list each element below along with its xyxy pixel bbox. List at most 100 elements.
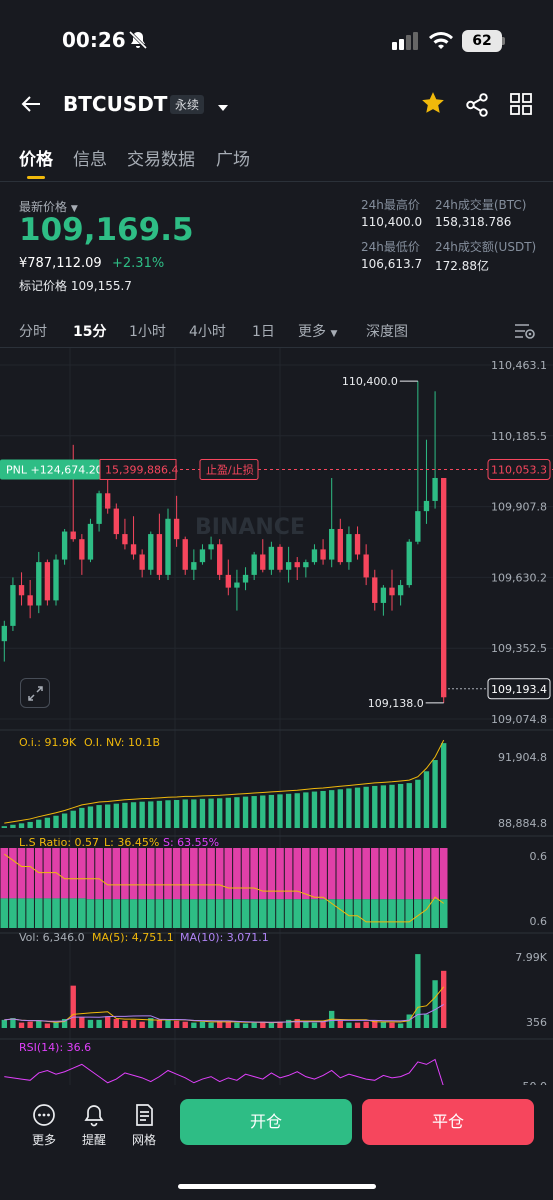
candle-body bbox=[165, 518, 171, 575]
ls-long-bar bbox=[198, 899, 207, 928]
tab-square[interactable]: 广场 bbox=[216, 145, 250, 170]
tab-trading-data[interactable]: 交易数据 bbox=[127, 145, 195, 170]
ls-short-bar bbox=[43, 848, 52, 899]
alert-button[interactable]: 提醒 bbox=[69, 1103, 119, 1148]
last-price: 109,169.5 bbox=[19, 212, 194, 248]
oi-bar bbox=[1, 826, 7, 828]
interval-1h[interactable]: 1小时 bbox=[129, 321, 166, 341]
candle-body bbox=[10, 585, 16, 626]
ls-short-bar bbox=[379, 848, 388, 900]
pnl-tag: PNL +124,674.20 bbox=[6, 463, 103, 476]
ls-long-bar bbox=[9, 898, 17, 928]
ls-long-label: L: 36.45% bbox=[104, 836, 159, 849]
oi-bar bbox=[277, 794, 283, 828]
interval-15m[interactable]: 15分 bbox=[73, 321, 106, 341]
price-axis-label: 109,352.5 bbox=[491, 642, 547, 655]
bell-icon bbox=[84, 1105, 104, 1127]
volume-bar bbox=[320, 1021, 326, 1028]
position-size: 15,399,886.4 bbox=[105, 463, 178, 476]
low-marker-label: 109,138.0 bbox=[368, 697, 424, 710]
oi-bar bbox=[27, 821, 33, 828]
ls-long-bar bbox=[172, 899, 181, 928]
ls-long-bar bbox=[52, 898, 60, 928]
ls-long-bar bbox=[370, 899, 379, 928]
candle-body bbox=[217, 544, 223, 575]
candle-body bbox=[285, 562, 292, 570]
oi-bar bbox=[36, 819, 42, 828]
ls-long-bar bbox=[250, 899, 258, 928]
ls-short-bar bbox=[431, 848, 439, 900]
ls-long-bar bbox=[302, 899, 310, 928]
ls-long-bar bbox=[319, 899, 327, 928]
volume-bar bbox=[380, 1021, 387, 1028]
tab-price[interactable]: 价格 bbox=[19, 145, 53, 170]
candle-body bbox=[380, 587, 387, 603]
chart-settings-icon[interactable] bbox=[514, 322, 536, 344]
candlestick-chart[interactable]: BINANCE 110,463.1 110,185.5 109,907.8 109,6… bbox=[0, 348, 553, 1085]
low-value: 106,613.7 bbox=[361, 257, 423, 271]
interval-1d[interactable]: 1日 bbox=[252, 321, 275, 341]
current-price-tag: 109,193.4 bbox=[491, 683, 547, 696]
candle-body bbox=[363, 554, 369, 578]
volume-bar bbox=[397, 1023, 404, 1028]
candle-body bbox=[139, 554, 145, 570]
mark-price-label: 标记价格 bbox=[19, 279, 68, 293]
depth-chart-tab[interactable]: 深度图 bbox=[366, 321, 408, 341]
oi-bar bbox=[18, 823, 25, 828]
grid-trading-button[interactable]: 网格 bbox=[119, 1103, 169, 1148]
tab-info[interactable]: 信息 bbox=[73, 145, 107, 170]
oi-bar bbox=[337, 789, 343, 828]
candle-body bbox=[397, 585, 404, 596]
entry-price-tag: 110,053.3 bbox=[491, 463, 547, 476]
candle-body bbox=[61, 531, 68, 560]
caret-down-icon[interactable] bbox=[217, 98, 229, 117]
ls-short-bar bbox=[95, 848, 103, 900]
interval-line[interactable]: 分时 bbox=[19, 321, 47, 341]
candle-body bbox=[372, 577, 378, 603]
ls-short-bar bbox=[181, 848, 190, 900]
ls-short-bar bbox=[78, 848, 86, 899]
volume-bar bbox=[156, 1019, 163, 1028]
tab-active-indicator bbox=[27, 176, 45, 179]
oi-bar bbox=[285, 793, 292, 828]
oi-bar bbox=[303, 792, 309, 828]
symbol-title[interactable]: BTCUSDT bbox=[63, 92, 167, 116]
low-label: 24h最低价 bbox=[361, 240, 420, 254]
price-axis-label: 109,074.8 bbox=[491, 713, 547, 726]
ls-short-bar bbox=[86, 848, 95, 900]
candle-body bbox=[18, 585, 25, 596]
volume-bar bbox=[36, 1020, 42, 1028]
ls-short-bar bbox=[396, 848, 405, 900]
ls-long-bar bbox=[146, 899, 155, 928]
open-position-button[interactable]: 开仓 bbox=[180, 1099, 352, 1145]
ls-long-bar bbox=[26, 898, 34, 928]
more-button[interactable]: 更多 bbox=[19, 1103, 69, 1148]
candle-body bbox=[208, 544, 214, 550]
share-icon[interactable] bbox=[464, 92, 490, 122]
close-position-button[interactable]: 平仓 bbox=[362, 1099, 534, 1145]
ls-short-bar bbox=[422, 848, 431, 900]
battery-indicator: 62 bbox=[462, 30, 502, 52]
interval-more[interactable]: 更多 ▼ bbox=[298, 321, 337, 341]
fullscreen-expand-icon[interactable] bbox=[20, 678, 50, 708]
interval-4h[interactable]: 4小时 bbox=[189, 321, 226, 341]
ls-short-bar bbox=[34, 848, 43, 899]
back-arrow-icon[interactable] bbox=[20, 92, 44, 120]
oi-bar bbox=[61, 813, 68, 828]
volume-bar bbox=[44, 1023, 51, 1028]
oi-bar bbox=[139, 801, 145, 828]
candle-body bbox=[148, 534, 154, 570]
ls-long-bar bbox=[164, 899, 172, 928]
grid-layout-icon[interactable] bbox=[510, 93, 532, 119]
candle-body bbox=[329, 528, 335, 560]
volume-bar bbox=[53, 1022, 59, 1028]
favorite-star-icon[interactable] bbox=[420, 90, 446, 120]
ls-short-bar bbox=[207, 848, 215, 900]
volume-bar bbox=[354, 1022, 361, 1028]
ls-short-bar bbox=[164, 848, 172, 900]
oi-bar bbox=[311, 791, 318, 828]
volume-bar bbox=[251, 1022, 257, 1028]
ls-long-bar bbox=[138, 899, 146, 928]
volume-bar bbox=[113, 1018, 119, 1028]
ls-long-bar bbox=[431, 899, 439, 928]
